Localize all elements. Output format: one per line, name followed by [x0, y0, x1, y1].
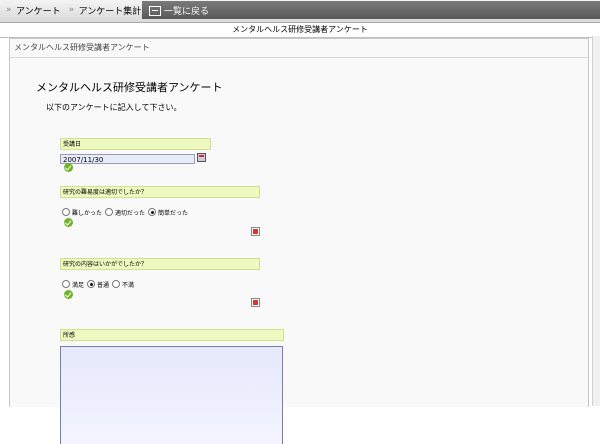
- clear-icon[interactable]: [251, 227, 260, 236]
- difficulty-hard-label: 難しかった: [72, 209, 103, 217]
- form-title-bar: メンタルヘルス研修受講者アンケート: [0, 23, 600, 38]
- difficulty-option-easy[interactable]: 簡単だった: [148, 208, 188, 217]
- breadcrumb-survey-summary-label[interactable]: アンケート集計: [79, 4, 142, 17]
- breadcrumb-survey-summary[interactable]: » アンケート集計: [69, 4, 142, 17]
- difficulty-appropriate-label: 適切だった: [115, 209, 146, 217]
- content-normal-label: 普通: [97, 281, 110, 289]
- date-input[interactable]: 2007/11/30: [60, 154, 195, 164]
- radio-satisfied[interactable]: [62, 280, 70, 288]
- survey-instruction: 以下のアンケートに記入して下さい。: [46, 103, 182, 112]
- radio-easy[interactable]: [148, 208, 157, 216]
- panel-header: メンタルヘルス研修受講者アンケート: [10, 39, 588, 58]
- top-navigation-bar: » アンケート » アンケート集計 一覧に戻る: [0, 0, 600, 23]
- difficulty-radio-group: 難しかった 適切だった 簡単だった: [62, 207, 191, 217]
- breadcrumb: » アンケート » アンケート集計: [6, 3, 149, 17]
- clear-icon[interactable]: [251, 298, 260, 307]
- question-content-label: 研究の内容はいかがでしたか？: [60, 258, 260, 270]
- content-option-satisfied[interactable]: 満足: [62, 280, 84, 289]
- chevron-right-icon: »: [68, 5, 75, 15]
- question-difficulty-label: 研究の難易度は適切でしたか？: [60, 186, 260, 198]
- radio-dissatisfied[interactable]: [112, 280, 121, 288]
- difficulty-option-hard[interactable]: 難しかった: [62, 208, 102, 217]
- content-satisfied-label: 満足: [72, 281, 85, 289]
- difficulty-easy-label: 簡単だった: [158, 209, 189, 217]
- radio-appropriate[interactable]: [105, 208, 114, 216]
- radio-normal[interactable]: [87, 280, 96, 288]
- vertical-scrollbar[interactable]: [592, 36, 600, 406]
- chevron-right-icon: »: [6, 5, 12, 15]
- back-to-list-button[interactable]: 一覧に戻る: [149, 4, 209, 17]
- radio-hard[interactable]: [62, 208, 70, 216]
- breadcrumb-survey[interactable]: » アンケート: [6, 4, 61, 17]
- back-tab: 一覧に戻る: [142, 1, 600, 19]
- check-icon: [64, 163, 73, 172]
- check-icon: [64, 218, 73, 227]
- content-option-normal[interactable]: 普通: [87, 280, 109, 289]
- survey-panel: メンタルヘルス研修受講者アンケート メンタルヘルス研修受講者アンケート 以下のア…: [9, 38, 589, 444]
- content-option-dissatisfied[interactable]: 不満: [112, 280, 134, 289]
- difficulty-option-appropriate[interactable]: 適切だった: [105, 208, 145, 217]
- content-radio-group: 満足 普通 不満: [62, 279, 137, 289]
- comment-textarea[interactable]: [60, 346, 283, 444]
- breadcrumb-survey-label[interactable]: アンケート: [16, 4, 61, 17]
- question-comment-label: 所感: [60, 329, 284, 341]
- check-icon: [64, 290, 73, 299]
- content-dissatisfied-label: 不満: [122, 281, 135, 289]
- question-date-label: 受講日: [60, 138, 211, 150]
- list-back-icon: [149, 5, 161, 16]
- calendar-icon[interactable]: [197, 153, 206, 162]
- back-to-list-label[interactable]: 一覧に戻る: [164, 4, 209, 17]
- survey-title: メンタルヘルス研修受講者アンケート: [36, 81, 223, 94]
